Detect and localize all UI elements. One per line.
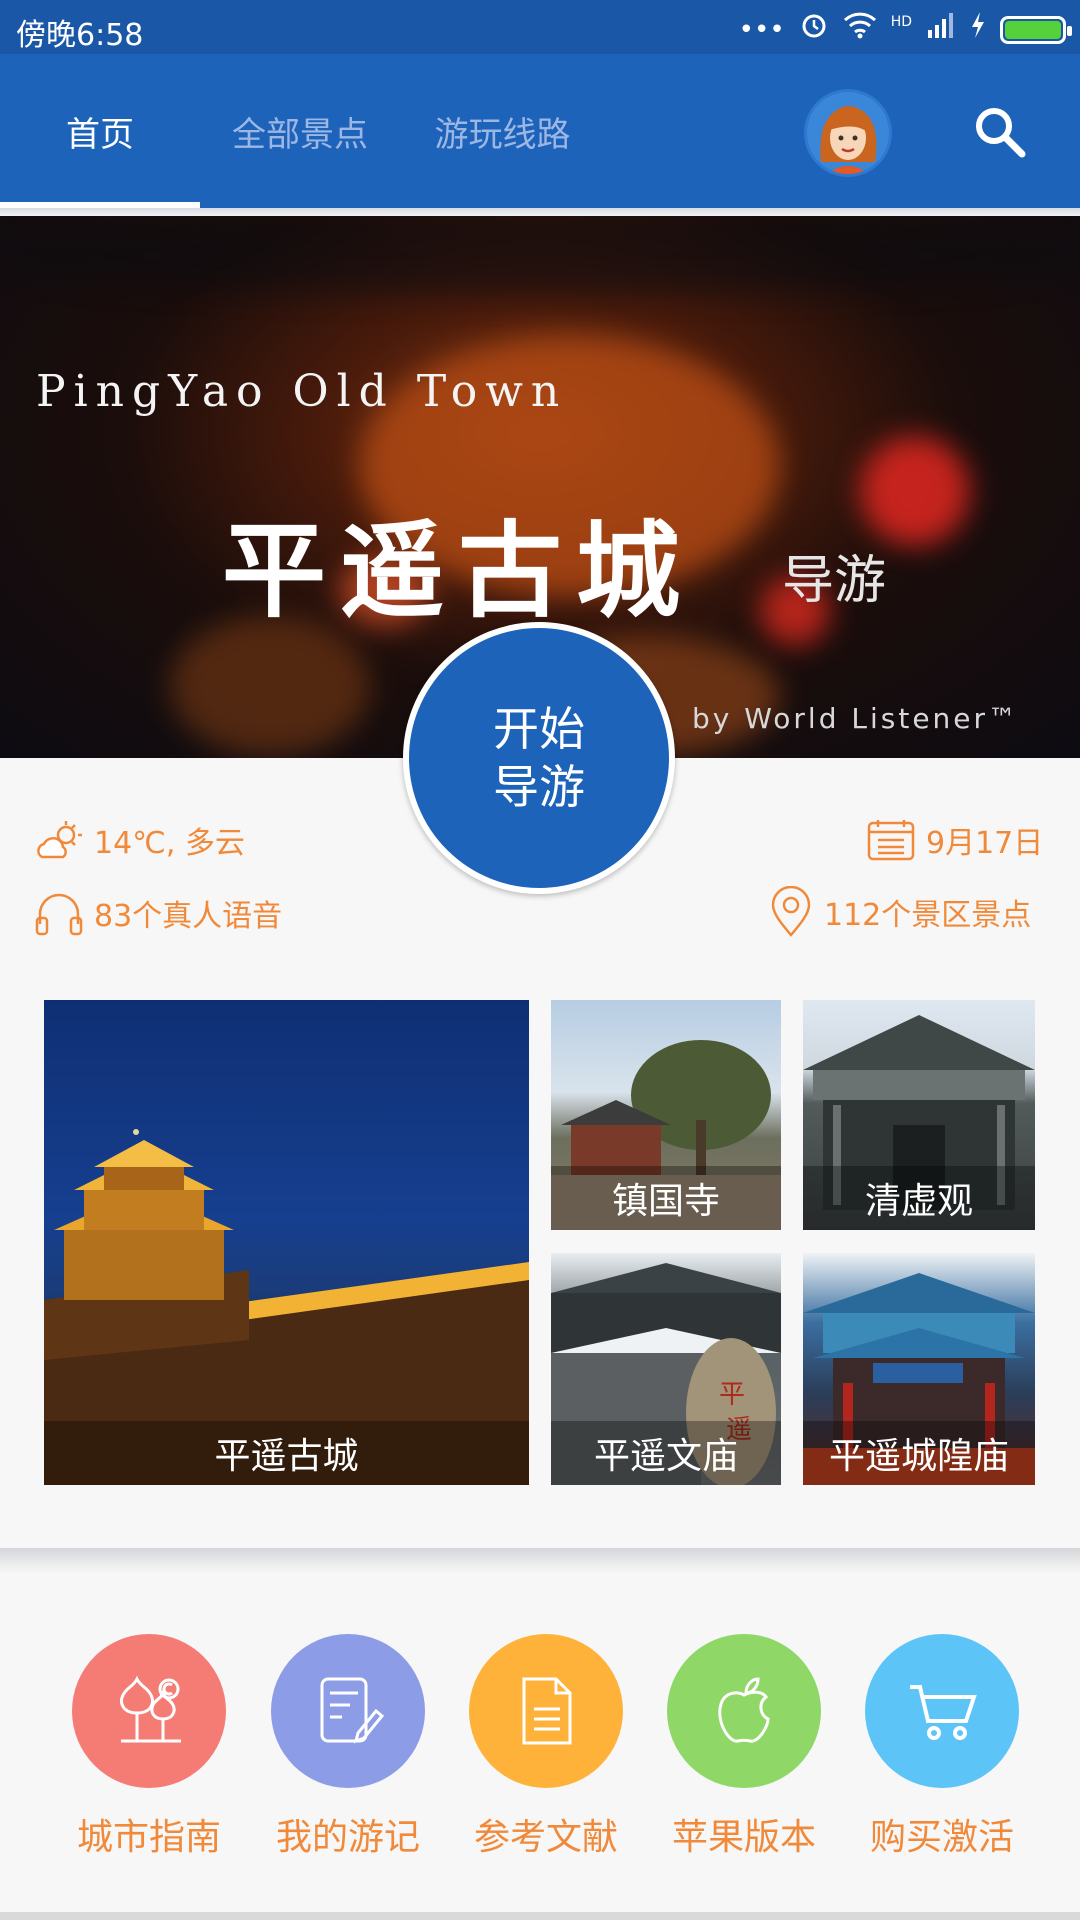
audio-info: 83个真人语音 [34,890,282,936]
spots-info: 112个景区景点 [768,886,1031,938]
wifi-icon [843,11,877,48]
attraction-name: 清虚观 [803,1166,1035,1230]
status-time: 傍晚6:58 [16,18,144,53]
attraction-name: 平遥古城 [44,1421,529,1485]
menu-label: 苹果版本 [671,1817,816,1858]
bottom-edge [0,1912,1080,1920]
charging-icon [970,11,986,48]
attraction-name: 平遥文庙 [551,1421,781,1485]
start-guide-button[interactable]: 开始 导游 [403,622,675,894]
banner-title-en: PingYao Old Town [36,366,568,417]
attraction-tile-2[interactable]: 清虚观 [803,1000,1035,1230]
spots-text: 112个景区景点 [824,898,1032,933]
tab-routes[interactable]: 游玩线路 [400,54,605,208]
location-pin-icon [771,886,811,937]
status-icons: ••• HD [738,10,1072,49]
headphones-icon [35,893,83,936]
start-guide-line2: 导游 [493,760,585,814]
cloud-sun-icon [37,821,82,859]
attraction-tile-1[interactable]: 镇国寺 [551,1000,781,1230]
banner-byline: by World Listener™ [692,702,1020,735]
cart-icon [865,1634,1019,1788]
attraction-tile-4[interactable]: 平遥城隍庙 [803,1253,1035,1485]
attraction-name: 镇国寺 [551,1166,781,1230]
menu-buy-activate[interactable]: 购买激活 [865,1634,1019,1860]
attraction-tile-3[interactable]: 平 遥 平遥文庙 [551,1253,781,1485]
apple-icon [667,1634,821,1788]
city-guide-icon [72,1634,226,1788]
menu-my-travel-notes[interactable]: 我的游记 [271,1634,425,1860]
more-dots-icon: ••• [738,14,785,45]
section-divider [0,1548,1080,1574]
date-text: 9月17日 [926,826,1044,861]
attraction-tile-featured[interactable]: 平遥古城 [44,1000,529,1485]
tab-all-attractions[interactable]: 全部景点 [200,54,400,208]
user-avatar[interactable] [804,89,892,177]
signal-icon [926,12,956,47]
battery-icon [1000,15,1072,44]
menu-label: 参考文献 [473,1817,618,1858]
alarm-icon [799,10,829,49]
menu-label: 购买激活 [869,1817,1014,1858]
menu-apple-version[interactable]: 苹果版本 [667,1634,821,1860]
weather-text: 14℃, 多云 [94,826,245,861]
menu-label: 城市指南 [76,1817,221,1858]
calendar-icon [867,820,915,861]
menu-references[interactable]: 参考文献 [469,1634,623,1860]
tab-home[interactable]: 首页 [0,54,200,208]
weather-info: 14℃, 多云 [34,818,245,862]
menu-city-guide[interactable]: 城市指南 [72,1634,226,1860]
travel-notes-icon [271,1634,425,1788]
app-bar: 首页 全部景点 游玩线路 [0,54,1080,208]
banner-title-zh: 平遥古城 [222,509,695,632]
hd-signal-icon: HD [890,13,912,30]
search-icon[interactable] [970,102,1030,162]
status-bar: 傍晚6:58 ••• HD [0,0,1080,54]
date-info: 9月17日 [866,818,1043,862]
start-guide-line1: 开始 [493,702,585,756]
attraction-name: 平遥城隍庙 [803,1421,1035,1485]
document-icon [469,1634,623,1788]
header-shadow [0,208,1080,216]
audio-text: 83个真人语音 [94,899,283,934]
menu-label: 我的游记 [275,1817,420,1858]
svg-text:平: 平 [719,1380,745,1410]
banner-subtitle: 导游 [782,551,887,611]
